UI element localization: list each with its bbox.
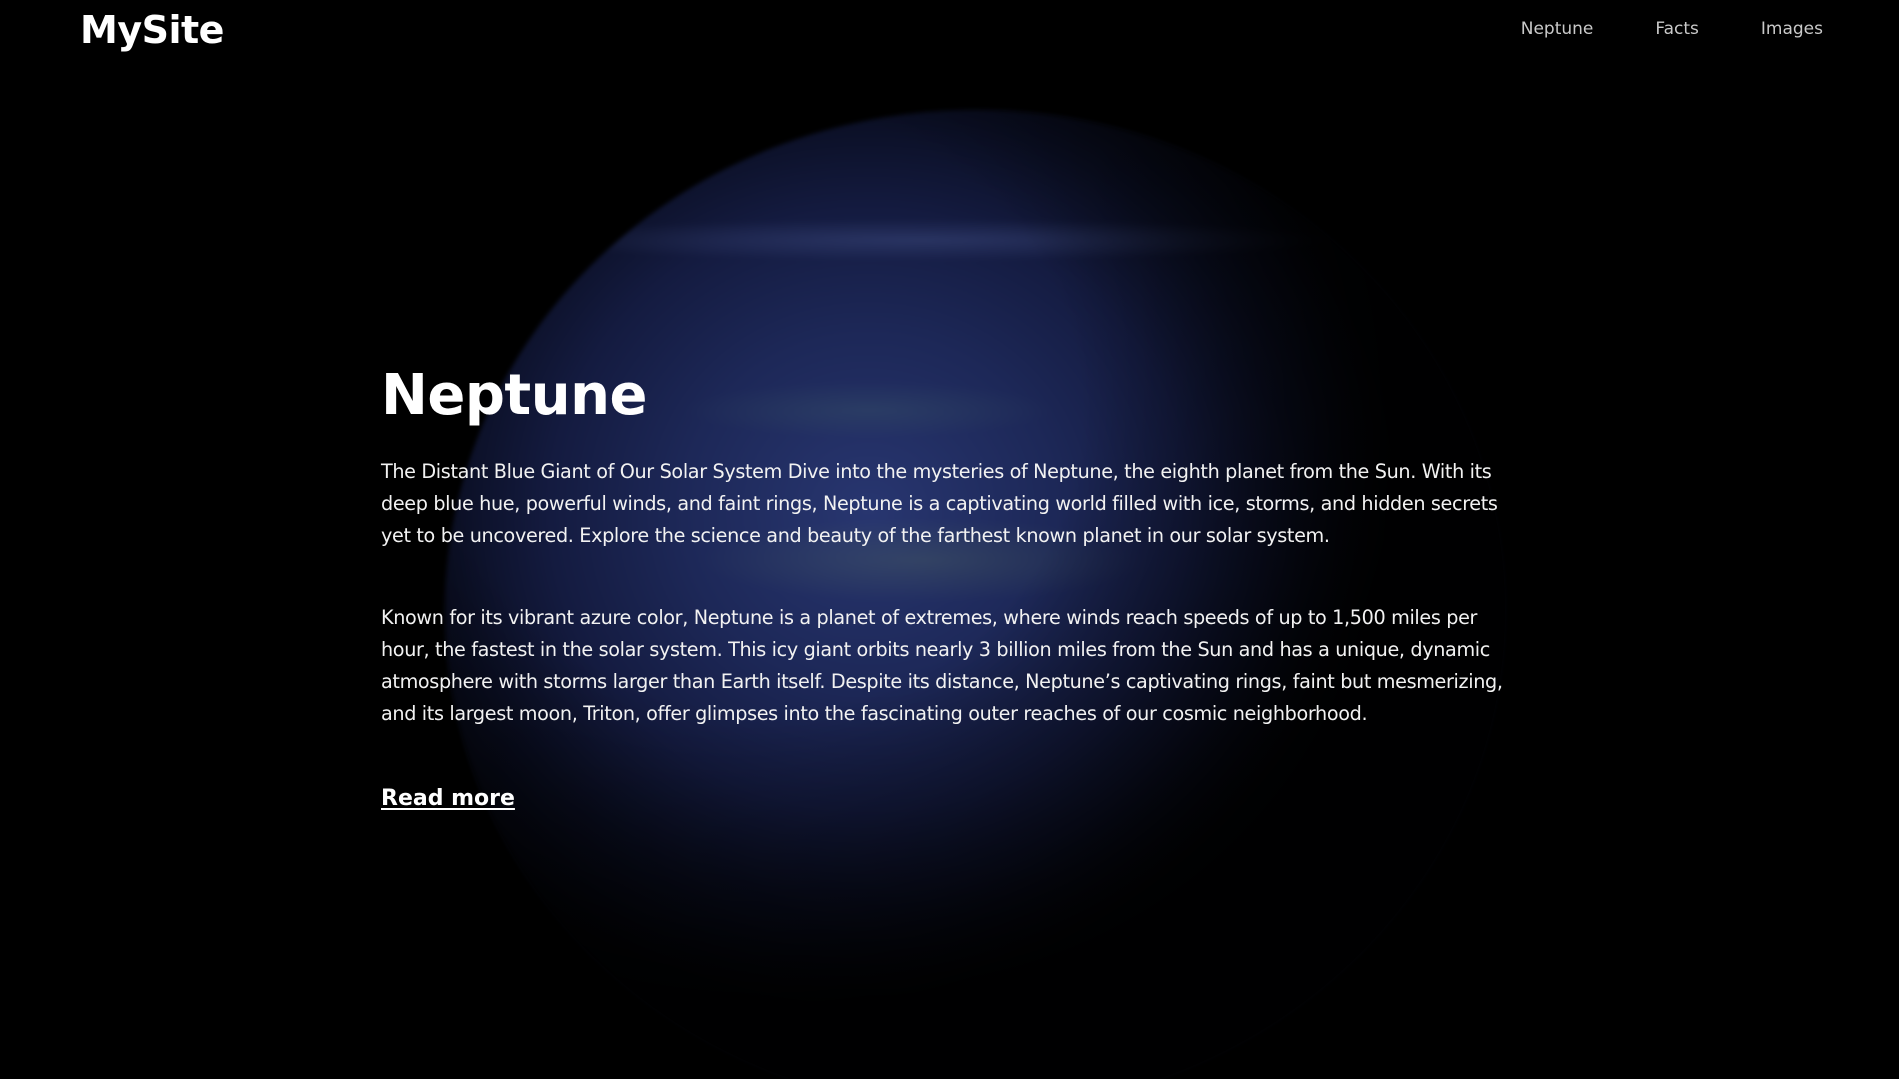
description-paragraph: Known for its vibrant azure color, Neptu… [381,606,1503,725]
page: MySite Neptune Facts Images Neptune The … [0,0,1899,1079]
site-logo[interactable]: MySite [80,8,224,52]
hero-content: Neptune The Distant Blue Giant of Our So… [381,358,1531,811]
nav-link-neptune[interactable]: Neptune [1521,19,1594,39]
page-title: Neptune [381,363,647,428]
nav-link-facts[interactable]: Facts [1655,19,1699,39]
read-more-link[interactable]: Read more [381,786,515,811]
nav-link-images[interactable]: Images [1761,19,1823,39]
site-header: MySite Neptune Facts Images [0,0,1899,62]
main-nav: Neptune Facts Images [1459,19,1823,39]
intro-paragraph: The Distant Blue Giant of Our Solar Syst… [381,460,1498,547]
